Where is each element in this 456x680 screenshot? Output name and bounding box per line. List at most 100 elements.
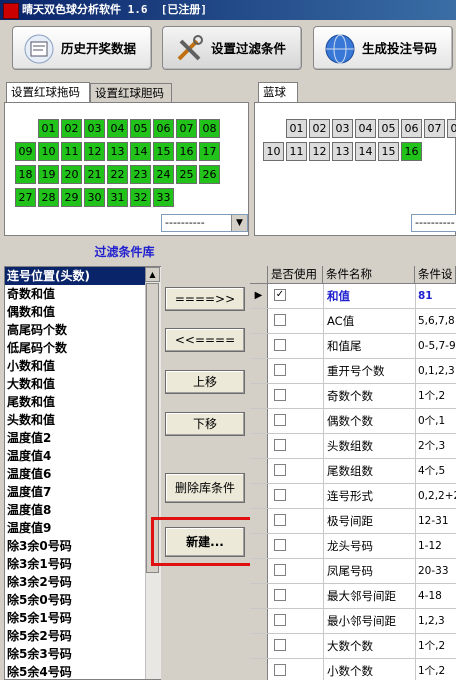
blue-ball-14[interactable]: 14 xyxy=(355,142,376,161)
use-checkbox[interactable] xyxy=(274,489,286,501)
red-ball-17[interactable]: 17 xyxy=(199,142,220,161)
use-checkbox[interactable] xyxy=(274,389,286,401)
use-checkbox[interactable] xyxy=(274,589,286,601)
table-row[interactable]: 偶数个数 0个,1 xyxy=(250,409,456,434)
table-row[interactable]: 尾数组数 4个,5 xyxy=(250,459,456,484)
red-ball-28[interactable]: 28 xyxy=(38,188,59,207)
red-ball-19[interactable]: 19 xyxy=(38,165,59,184)
library-item[interactable]: 除3余2号码 xyxy=(5,573,160,591)
table-row[interactable]: 龙头号码 1-12 xyxy=(250,534,456,559)
use-checkbox[interactable] xyxy=(274,414,286,426)
red-ball-26[interactable]: 26 xyxy=(199,165,220,184)
red-ball-27[interactable]: 27 xyxy=(15,188,36,207)
row-indicator[interactable] xyxy=(250,334,268,358)
condition-setting[interactable]: 0个,1 xyxy=(415,409,456,433)
row-indicator[interactable] xyxy=(250,434,268,458)
row-indicator[interactable] xyxy=(250,459,268,483)
use-checkbox[interactable] xyxy=(274,464,286,476)
library-item[interactable]: 尾数和值 xyxy=(5,393,160,411)
red-ball-16[interactable]: 16 xyxy=(176,142,197,161)
table-row[interactable]: AC值 5,6,7,8 xyxy=(250,309,456,334)
table-row[interactable]: 和值尾 0-5,7-9 xyxy=(250,334,456,359)
red-ball-18[interactable]: 18 xyxy=(15,165,36,184)
row-indicator[interactable] xyxy=(250,509,268,533)
red-ball-15[interactable]: 15 xyxy=(153,142,174,161)
tab-red-core[interactable]: 设置红球胆码 xyxy=(90,83,172,102)
red-ball-33[interactable]: 33 xyxy=(153,188,174,207)
row-indicator[interactable] xyxy=(250,584,268,608)
tab-blue[interactable]: 蓝球 xyxy=(258,82,298,102)
red-ball-31[interactable]: 31 xyxy=(107,188,128,207)
condition-setting[interactable]: 0,2,2+2 xyxy=(415,484,456,508)
add-condition-button[interactable]: ====>> xyxy=(165,287,245,311)
use-checkbox[interactable]: ✓ xyxy=(274,289,286,301)
use-checkbox[interactable] xyxy=(274,614,286,626)
table-row[interactable]: 最大邻号间距 4-18 xyxy=(250,584,456,609)
red-ball-06[interactable]: 06 xyxy=(153,119,174,138)
row-indicator[interactable] xyxy=(250,559,268,583)
red-ball-08[interactable]: 08 xyxy=(199,119,220,138)
blue-ball-15[interactable]: 15 xyxy=(378,142,399,161)
tab-red-drag[interactable]: 设置红球拖码 xyxy=(6,82,90,102)
blue-ball-10[interactable]: 10 xyxy=(263,142,284,161)
delete-library-condition-button[interactable]: 删除库条件 xyxy=(165,473,245,503)
library-item[interactable]: 温度值7 xyxy=(5,483,160,501)
red-ball-07[interactable]: 07 xyxy=(176,119,197,138)
library-item[interactable]: 连号位置(头数) xyxy=(5,267,160,285)
table-row[interactable]: 奇数个数 1个,2 xyxy=(250,384,456,409)
table-row[interactable]: 大数个数 1个,2 xyxy=(250,634,456,659)
red-ball-10[interactable]: 10 xyxy=(38,142,59,161)
red-ball-09[interactable]: 09 xyxy=(15,142,36,161)
condition-setting[interactable]: 1-12 xyxy=(415,534,456,558)
use-checkbox[interactable] xyxy=(274,639,286,651)
table-row[interactable]: 小数个数 1个,2 xyxy=(250,659,456,680)
blue-ball-12[interactable]: 12 xyxy=(309,142,330,161)
row-indicator[interactable] xyxy=(250,384,268,408)
red-ball-03[interactable]: 03 xyxy=(84,119,105,138)
remove-condition-button[interactable]: <<==== xyxy=(165,328,245,352)
red-ball-04[interactable]: 04 xyxy=(107,119,128,138)
library-item[interactable]: 除3余1号码 xyxy=(5,555,160,573)
row-indicator[interactable] xyxy=(250,534,268,558)
condition-setting[interactable]: 1个,2 xyxy=(415,384,456,408)
table-row[interactable]: ▶ ✓ 和值 81 xyxy=(250,284,456,309)
condition-setting[interactable]: 4个,5 xyxy=(415,459,456,483)
table-row[interactable]: 连号形式 0,2,2+2 xyxy=(250,484,456,509)
red-ball-11[interactable]: 11 xyxy=(61,142,82,161)
table-row[interactable]: 极号间距 12-31 xyxy=(250,509,456,534)
red-ball-14[interactable]: 14 xyxy=(130,142,151,161)
scroll-up-icon[interactable]: ▲ xyxy=(145,267,160,282)
column-header-setting[interactable]: 条件设 xyxy=(415,266,456,284)
condition-setting[interactable]: 2个,3 xyxy=(415,434,456,458)
blue-ball-16[interactable]: 16 xyxy=(401,142,422,161)
red-ball-32[interactable]: 32 xyxy=(130,188,151,207)
library-item[interactable]: 低尾码个数 xyxy=(5,339,160,357)
blue-ball-05[interactable]: 05 xyxy=(378,119,399,138)
row-indicator[interactable] xyxy=(250,609,268,633)
condition-setting[interactable]: 81 xyxy=(415,284,456,308)
use-checkbox[interactable] xyxy=(274,339,286,351)
use-checkbox[interactable] xyxy=(274,314,286,326)
library-item[interactable]: 温度值2 xyxy=(5,429,160,447)
blue-select-dropdown[interactable]: ---------- xyxy=(411,214,456,232)
red-ball-25[interactable]: 25 xyxy=(176,165,197,184)
table-row[interactable]: 凤尾号码 20-33 xyxy=(250,559,456,584)
use-checkbox[interactable] xyxy=(274,564,286,576)
condition-setting[interactable]: 0-5,7-9 xyxy=(415,334,456,358)
blue-ball-03[interactable]: 03 xyxy=(332,119,353,138)
library-item[interactable]: 小数和值 xyxy=(5,357,160,375)
red-ball-05[interactable]: 05 xyxy=(130,119,151,138)
use-checkbox[interactable] xyxy=(274,664,286,676)
blue-ball-13[interactable]: 13 xyxy=(332,142,353,161)
use-checkbox[interactable] xyxy=(274,514,286,526)
red-ball-29[interactable]: 29 xyxy=(61,188,82,207)
row-indicator[interactable] xyxy=(250,359,268,383)
red-ball-30[interactable]: 30 xyxy=(84,188,105,207)
blue-ball-01[interactable]: 01 xyxy=(286,119,307,138)
column-header-use[interactable]: 是否使用 xyxy=(268,266,323,284)
use-checkbox[interactable] xyxy=(274,364,286,376)
table-row[interactable]: 头数组数 2个,3 xyxy=(250,434,456,459)
library-item[interactable]: 温度值6 xyxy=(5,465,160,483)
blue-ball-11[interactable]: 11 xyxy=(286,142,307,161)
library-item[interactable]: 除5余0号码 xyxy=(5,591,160,609)
